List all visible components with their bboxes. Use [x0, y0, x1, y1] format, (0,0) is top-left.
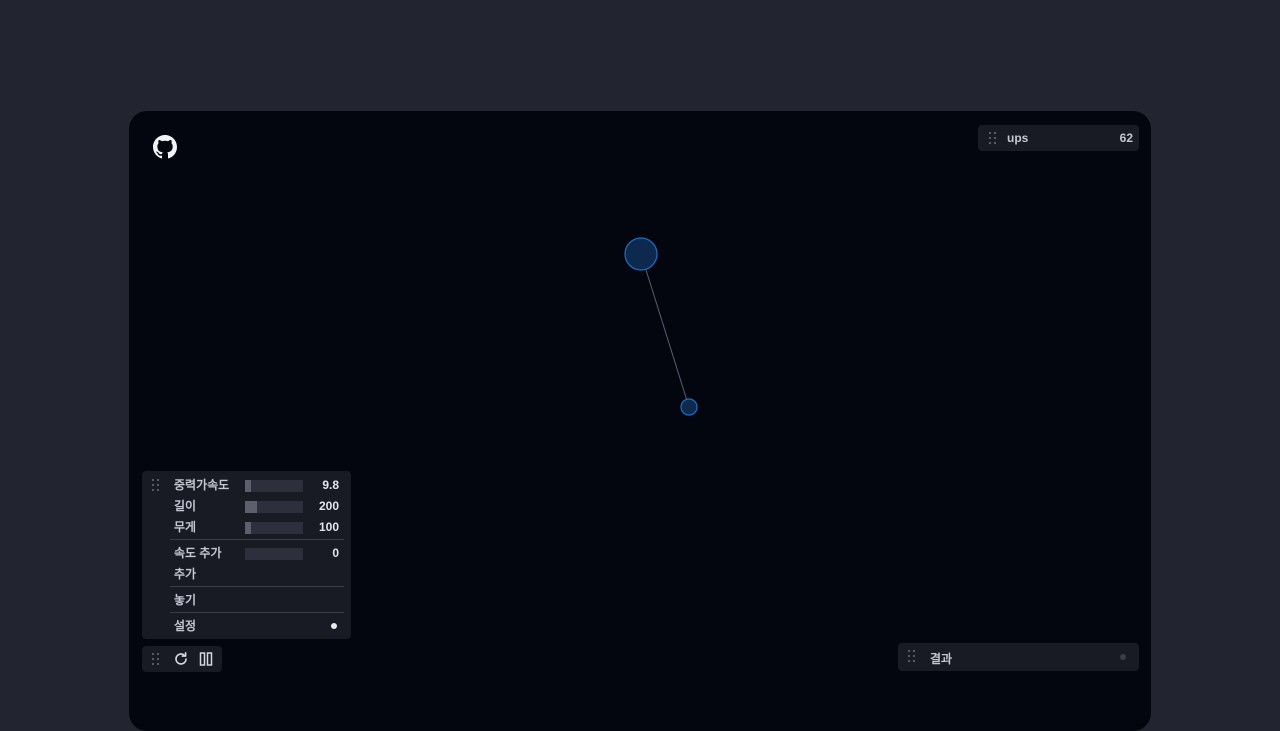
simulation-stage[interactable]: ups 62 중력가속도 9.8 길이 200 무게 100 속도 추가 0 추… [129, 111, 1151, 731]
settings-row[interactable]: 설정 [174, 617, 344, 635]
divider [170, 539, 344, 540]
length-slider[interactable] [245, 501, 303, 513]
length-label: 길이 [174, 499, 197, 513]
result-toggle[interactable] [1120, 654, 1126, 660]
drag-handle-icon[interactable] [908, 650, 916, 662]
length-value: 200 [318, 499, 339, 513]
result-panel[interactable]: 결과 [898, 643, 1139, 671]
stats-panel: ups 62 [978, 125, 1139, 151]
gravity-value: 9.8 [322, 478, 339, 492]
divider [170, 586, 344, 587]
drag-handle-icon[interactable] [152, 479, 160, 491]
pendulum-pivot [624, 237, 658, 271]
refresh-icon[interactable] [173, 651, 189, 667]
settings-label: 설정 [174, 619, 197, 633]
add-button[interactable]: 추가 [174, 565, 344, 583]
add-speed-label: 속도 추가 [174, 546, 222, 560]
gravity-slider[interactable] [245, 480, 303, 492]
controls-panel: 중력가속도 9.8 길이 200 무게 100 속도 추가 0 추가 놓기 설정 [142, 471, 351, 639]
result-label: 결과 [930, 652, 953, 666]
drag-handle-icon[interactable] [152, 653, 160, 665]
mass-label: 무게 [174, 520, 197, 534]
drag-handle-icon[interactable] [989, 132, 997, 144]
drop-button-label: 놓기 [174, 593, 197, 607]
divider [170, 612, 344, 613]
pause-icon[interactable] [198, 651, 214, 667]
ups-value: 62 [1119, 131, 1133, 145]
add-speed-value: 0 [332, 546, 339, 560]
pendulum-rod [640, 253, 690, 408]
add-speed-slider[interactable] [245, 548, 303, 560]
playback-toolbar [142, 646, 222, 672]
pendulum-bob [680, 398, 698, 416]
gravity-label: 중력가속도 [174, 478, 230, 492]
mass-value: 100 [318, 520, 339, 534]
drop-button[interactable]: 놓기 [174, 591, 344, 609]
add-button-label: 추가 [174, 567, 197, 581]
settings-toggle[interactable] [331, 623, 337, 629]
mass-slider[interactable] [245, 522, 303, 534]
ups-label: ups [1007, 131, 1029, 145]
